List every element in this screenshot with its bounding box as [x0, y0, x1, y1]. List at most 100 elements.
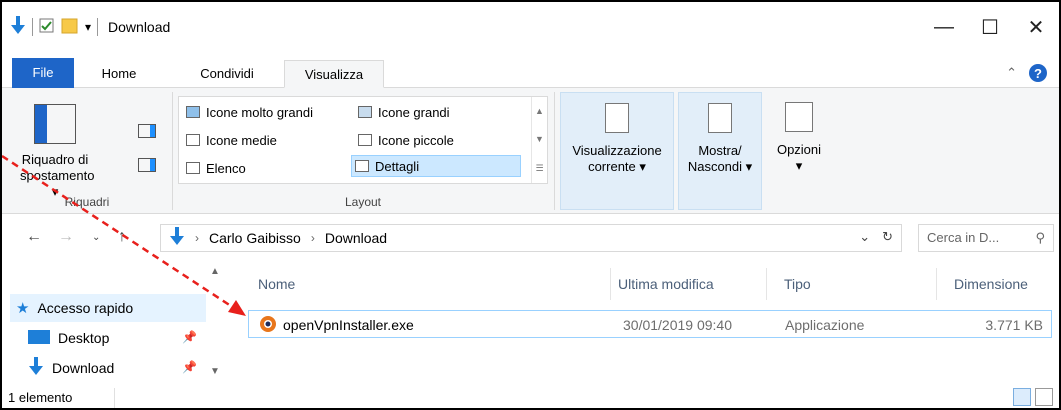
- nav-item-download[interactable]: Download: [22, 354, 114, 382]
- ribbon-panel: Riquadro di spostamento ▾ Riquadri Icone…: [2, 88, 1059, 214]
- tab-file[interactable]: File: [12, 58, 74, 88]
- properties-icon[interactable]: [39, 18, 55, 37]
- large-icons-label: Icone grandi: [378, 104, 450, 120]
- view-switcher: [1013, 388, 1053, 406]
- file-type: Applicazione: [785, 317, 865, 333]
- current-view-button[interactable]: Visualizzazione corrente ▾: [560, 92, 674, 210]
- status-separator: [114, 388, 115, 408]
- options-label: Opzioni: [776, 142, 822, 157]
- layout-group-label: Layout: [344, 195, 382, 209]
- breadcrumb-user[interactable]: Carlo Gaibisso: [209, 230, 301, 246]
- details-pane-icon[interactable]: [138, 158, 156, 172]
- nav-item-desktop-label: Desktop: [58, 330, 110, 346]
- options-caret: ▾: [795, 158, 803, 173]
- address-bar[interactable]: › Carlo Gaibisso › Download ⌄ ↻: [160, 224, 902, 252]
- show-hide-label-2: Nascondi ▾: [687, 159, 753, 174]
- gallery-more-icon[interactable]: ☰: [535, 163, 543, 174]
- column-header-modified[interactable]: Ultima modifica: [618, 268, 714, 300]
- layout-medium-icons[interactable]: Icone medie: [183, 129, 280, 151]
- new-folder-icon[interactable]: [61, 18, 79, 37]
- navigation-pane-icon: [34, 104, 76, 144]
- file-list: Nome Ultima modifica Tipo Dimensione ope…: [238, 260, 1059, 386]
- preview-pane-icon[interactable]: [138, 124, 156, 138]
- extra-large-icons-label: Icone molto grandi: [206, 104, 313, 120]
- download-folder-icon: [10, 15, 26, 39]
- show-hide-label-1: Mostra/: [698, 143, 742, 158]
- close-button[interactable]: ✕: [1013, 2, 1059, 52]
- up-arrow-icon[interactable]: ↑: [118, 228, 126, 246]
- column-divider[interactable]: [766, 268, 767, 300]
- breadcrumb-download[interactable]: Download: [325, 230, 387, 246]
- tab-share[interactable]: Condividi: [184, 60, 270, 88]
- forward-arrow-icon[interactable]: →: [58, 228, 74, 246]
- search-icon[interactable]: ⚲: [1035, 230, 1045, 246]
- gallery-up-icon[interactable]: ▲: [535, 106, 544, 116]
- layout-large-icons[interactable]: Icone grandi: [355, 101, 453, 123]
- help-icon[interactable]: ?: [1029, 64, 1047, 82]
- layout-extra-large-icons[interactable]: Icone molto grandi: [183, 101, 316, 123]
- application-icon: [259, 315, 277, 336]
- recent-locations-icon[interactable]: ⌄: [92, 232, 100, 243]
- nav-scroll-up-icon[interactable]: ▲: [210, 266, 220, 277]
- medium-icons-label: Icone medie: [206, 132, 277, 148]
- customize-qat-icon[interactable]: ▾: [85, 20, 91, 34]
- search-placeholder: Cerca in D...: [927, 230, 1000, 245]
- qat-separator: [32, 18, 33, 36]
- refresh-icon[interactable]: ↻: [882, 229, 893, 245]
- nav-scroll-down-icon[interactable]: ▼: [210, 366, 220, 377]
- collapse-ribbon-icon[interactable]: ⌃: [1006, 65, 1017, 81]
- back-arrow-icon[interactable]: ←: [26, 228, 42, 246]
- list-icon: [186, 162, 200, 174]
- layout-list[interactable]: Elenco: [183, 157, 249, 179]
- small-icons-icon: [358, 134, 372, 146]
- nav-item-desktop[interactable]: Desktop: [22, 324, 109, 352]
- gallery-down-icon[interactable]: ▼: [535, 134, 544, 144]
- pin-icon[interactable]: 📌: [182, 360, 197, 374]
- medium-icons-icon: [186, 134, 200, 146]
- column-divider[interactable]: [610, 268, 611, 300]
- layout-gallery: Icone molto grandi Icone grandi Icone me…: [178, 96, 548, 184]
- show-hide-button[interactable]: Mostra/ Nascondi ▾: [678, 92, 762, 210]
- details-icon: [355, 160, 369, 172]
- maximize-button[interactable]: ☐: [967, 2, 1013, 52]
- details-label: Dettagli: [375, 158, 420, 174]
- file-name: openVpnInstaller.exe: [283, 317, 414, 333]
- details-view-icon[interactable]: [1013, 388, 1031, 406]
- layout-gallery-scroll[interactable]: ▲ ▼ ☰: [531, 97, 547, 183]
- column-header-size[interactable]: Dimensione: [954, 268, 1028, 300]
- ribbon-controls: ⌃ ?: [1006, 64, 1047, 82]
- layout-details[interactable]: Dettagli: [351, 155, 521, 177]
- small-icons-label: Icone piccole: [378, 132, 454, 148]
- navigation-pane: ▲ ★ Accesso rapido Desktop 📌 Download 📌 …: [2, 260, 238, 386]
- crumb-chevron-icon[interactable]: ›: [311, 231, 315, 245]
- nav-item-quick-access[interactable]: ★ Accesso rapido: [10, 294, 206, 322]
- group-separator: [172, 92, 173, 210]
- address-dropdown-icon[interactable]: ⌄: [859, 229, 870, 245]
- minimize-button[interactable]: —: [921, 2, 967, 52]
- crumb-chevron-icon[interactable]: ›: [195, 231, 199, 245]
- file-size: 3.771 KB: [985, 317, 1043, 333]
- tab-view[interactable]: Visualizza: [284, 60, 384, 88]
- table-row[interactable]: openVpnInstaller.exe 30/01/2019 09:40 Ap…: [248, 310, 1052, 338]
- large-icons-view-icon[interactable]: [1035, 388, 1053, 406]
- window-controls: — ☐ ✕: [921, 2, 1059, 52]
- current-view-icon: [605, 103, 629, 133]
- search-box[interactable]: Cerca in D... ⚲: [918, 224, 1054, 252]
- download-folder-icon: [28, 356, 44, 380]
- column-header-type[interactable]: Tipo: [784, 268, 811, 300]
- nav-item-quick-access-label: Accesso rapido: [37, 300, 134, 316]
- options-button[interactable]: Opzioni ▾: [766, 92, 832, 210]
- pin-icon[interactable]: 📌: [182, 330, 197, 344]
- status-bar: 1 elemento: [2, 386, 1059, 408]
- nav-item-download-label: Download: [52, 360, 115, 376]
- column-divider[interactable]: [936, 268, 937, 300]
- extra-large-icons-icon: [186, 106, 200, 118]
- group-separator: [554, 92, 555, 210]
- navigation-pane-button[interactable]: Riquadro di spostamento ▾: [20, 104, 94, 200]
- navigation-bar: ← → ⌄ ↑ › Carlo Gaibisso › Download ⌄ ↻ …: [2, 214, 1059, 260]
- star-icon: ★: [16, 300, 30, 317]
- column-header-name[interactable]: Nome: [258, 268, 295, 300]
- item-count: 1 elemento: [8, 390, 73, 405]
- tab-home[interactable]: Home: [88, 60, 150, 88]
- layout-small-icons[interactable]: Icone piccole: [355, 129, 457, 151]
